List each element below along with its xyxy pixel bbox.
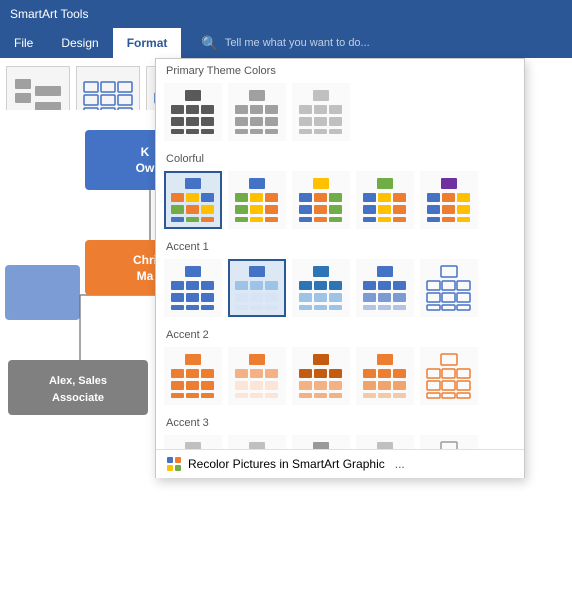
accent2-option-4[interactable] [356,347,414,405]
svg-text:Associate: Associate [52,392,104,404]
accent1-row [156,257,524,323]
accent2-option-1[interactable] [164,347,222,405]
colorful-option-3[interactable] [292,171,350,229]
recolor-pictures-button[interactable]: Recolor Pictures in SmartArt Graphic ... [156,449,524,478]
colorful-option-5[interactable] [420,171,478,229]
colorful-option-1[interactable] [164,171,222,229]
accent1-option-5[interactable] [420,259,478,317]
recolor-icon [166,456,182,472]
accent3-option-3[interactable] [292,435,350,449]
section-label-primary: Primary Theme Colors [156,59,524,81]
change-colors-dropdown: Primary Theme Colors [155,58,525,478]
section-label-accent3: Accent 3 [156,411,524,433]
primary-color-row [156,81,524,147]
title-text: SmartArt Tools [10,7,88,21]
more-dots: ... [395,457,405,471]
colorful-row [156,169,524,235]
svg-text:Ma: Ma [137,269,154,283]
primary-color-1[interactable] [164,83,222,141]
primary-color-2[interactable] [228,83,286,141]
ribbon: File Design Format 🔍 Tell me what you wa… [0,28,572,58]
accent2-row [156,345,524,411]
search-icon: 🔍 [201,35,218,52]
svg-text:Chri: Chri [133,253,157,267]
tab-design[interactable]: Design [47,28,112,58]
accent3-row [156,433,524,449]
colorful-option-4[interactable] [356,171,414,229]
primary-color-3[interactable] [292,83,350,141]
accent1-option-2[interactable] [228,259,286,317]
accent3-option-5[interactable] [420,435,478,449]
svg-text:K: K [141,145,150,159]
tab-format[interactable]: Format [113,28,182,58]
section-label-accent1: Accent 1 [156,235,524,257]
svg-text:Alex, Sales: Alex, Sales [49,375,107,387]
accent3-option-2[interactable] [228,435,286,449]
colorful-option-2[interactable] [228,171,286,229]
tab-file[interactable]: File [0,28,47,58]
title-bar: SmartArt Tools [0,0,572,28]
search-text[interactable]: Tell me what you want to do... [225,37,370,49]
section-label-accent2: Accent 2 [156,323,524,345]
accent2-option-2[interactable] [228,347,286,405]
svg-text:Ow: Ow [136,161,155,175]
dropdown-scroll[interactable]: Primary Theme Colors [156,59,524,449]
recolor-pictures-label: Recolor Pictures in SmartArt Graphic [188,457,385,471]
accent2-option-3[interactable] [292,347,350,405]
accent1-option-4[interactable] [356,259,414,317]
accent3-option-1[interactable] [164,435,222,449]
accent2-option-5[interactable] [420,347,478,405]
accent1-option-1[interactable] [164,259,222,317]
accent1-option-3[interactable] [292,259,350,317]
section-label-colorful: Colorful [156,147,524,169]
accent3-option-4[interactable] [356,435,414,449]
